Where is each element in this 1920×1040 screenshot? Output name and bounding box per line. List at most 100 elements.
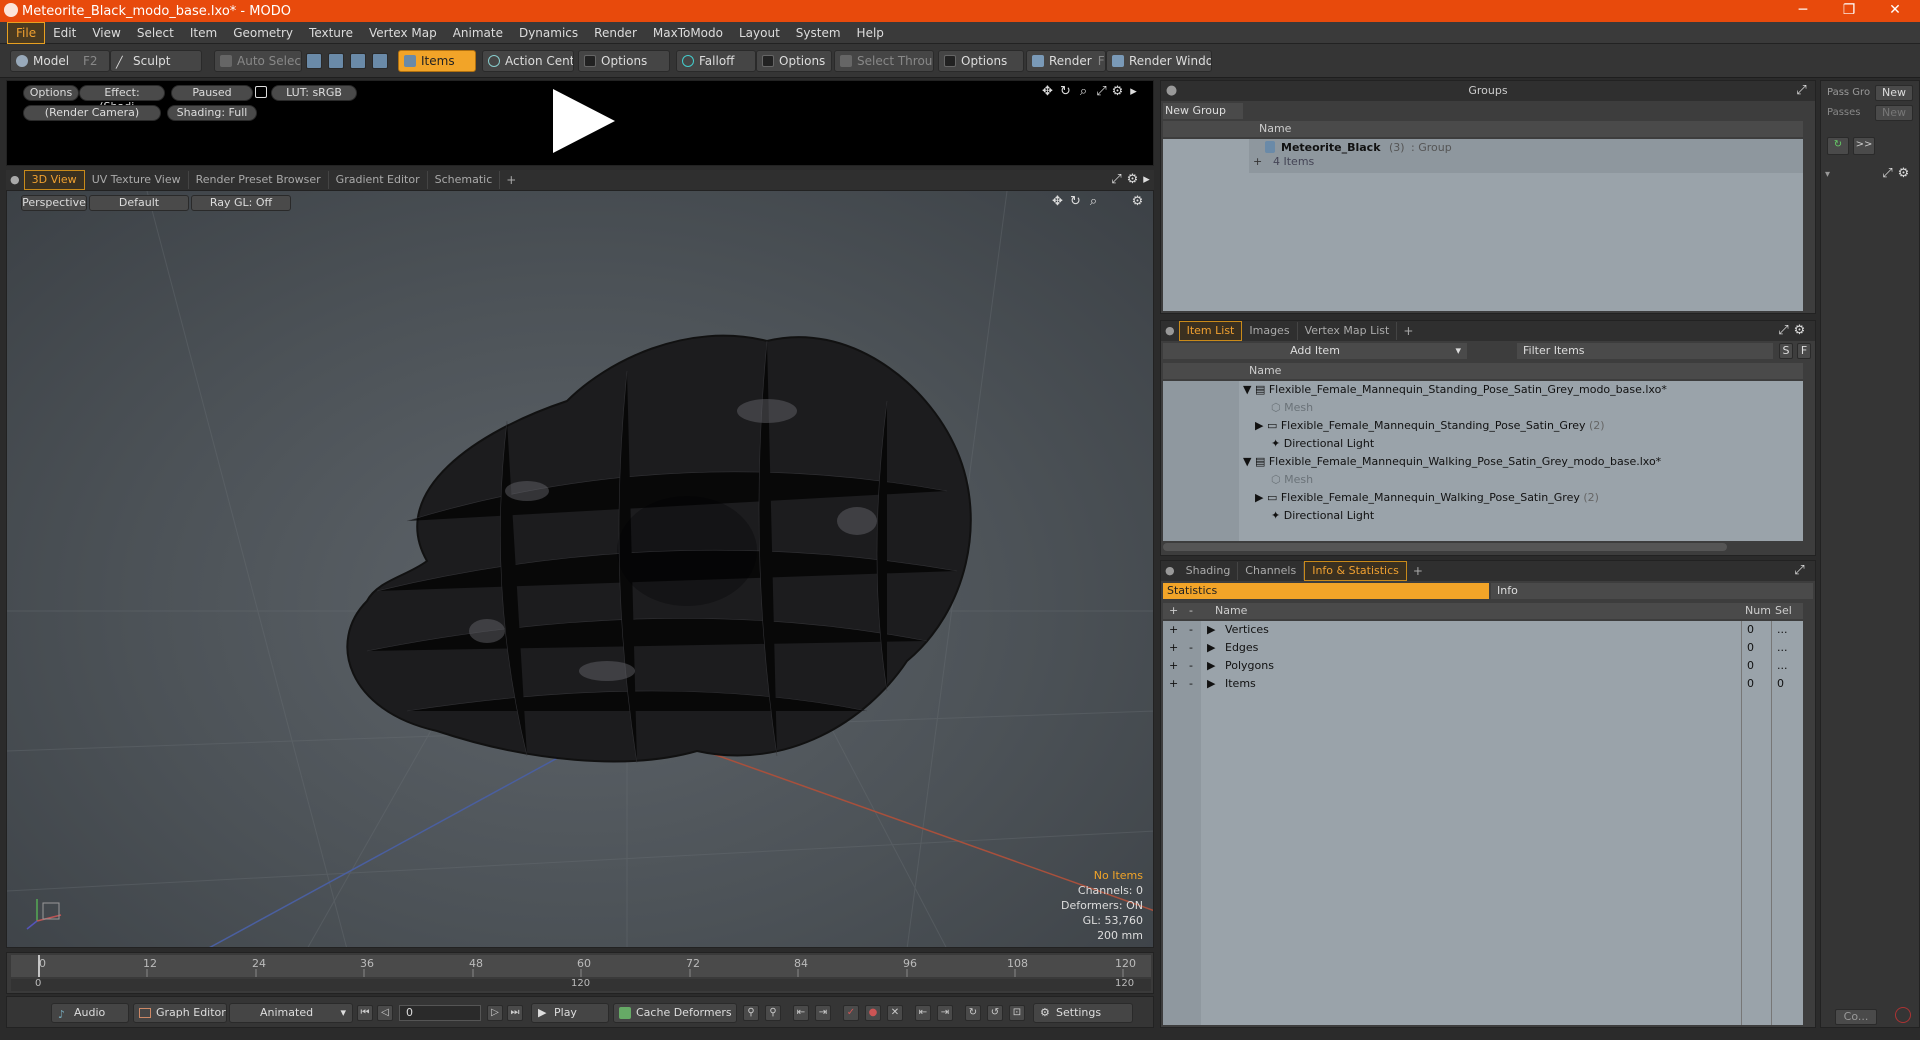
delete-key-icon[interactable]: ✕: [887, 1005, 903, 1021]
maximize-panel-icon[interactable]: ⤢: [1793, 564, 1806, 577]
menu-select[interactable]: Select: [129, 23, 182, 43]
action-center-options-button[interactable]: Options: [578, 50, 670, 72]
menu-maxtomodo[interactable]: MaxToModo: [645, 23, 731, 43]
info-tab[interactable]: Info: [1491, 583, 1813, 599]
render-window-button[interactable]: Render Window: [1106, 50, 1212, 72]
select-options-button[interactable]: Options: [938, 50, 1024, 72]
new-pass-group-button[interactable]: New: [1875, 85, 1913, 101]
perspective-dropdown[interactable]: Perspective: [21, 195, 87, 211]
rotate-icon[interactable]: ↻: [1069, 195, 1082, 208]
preview-options-button[interactable]: Options: [23, 85, 79, 101]
maximize-panel-icon[interactable]: ⤢: [1795, 84, 1808, 97]
materials-mode-icon[interactable]: [372, 53, 388, 69]
action-center-button[interactable]: Action Center: [482, 50, 574, 72]
filter-items-input[interactable]: Filter Items: [1517, 343, 1773, 359]
table-row[interactable]: + - ▶ Polygons 0 ...: [1163, 657, 1803, 675]
model-mode-button[interactable]: Model F2: [10, 50, 110, 72]
preview-paused-button[interactable]: Paused: [171, 85, 253, 101]
sync-icon[interactable]: ↺: [987, 1005, 1003, 1021]
timeline[interactable]: 0 12 24 36 48 60 72 84 96 108 120 0 120 …: [6, 952, 1154, 994]
collapse-button[interactable]: Co...: [1835, 1009, 1877, 1025]
add-item-dropdown[interactable]: Add Item ▾: [1163, 343, 1467, 359]
menu-system[interactable]: System: [788, 23, 849, 43]
play-button[interactable]: ▶ Play: [531, 1003, 609, 1023]
panel-menu-icon[interactable]: ●: [1165, 84, 1178, 97]
add-tab-icon[interactable]: +: [500, 173, 522, 187]
tab-3d-view[interactable]: 3D View: [23, 170, 85, 190]
record-icon[interactable]: [1895, 1007, 1911, 1023]
gear-icon[interactable]: ⚙: [1126, 173, 1139, 186]
rotate-icon[interactable]: ↻: [1059, 85, 1072, 98]
menu-vertex-map[interactable]: Vertex Map: [361, 23, 445, 43]
menu-texture[interactable]: Texture: [301, 23, 361, 43]
lock-icon[interactable]: [255, 86, 267, 98]
table-row[interactable]: + - ▶ Edges 0 ...: [1163, 639, 1803, 657]
menu-render[interactable]: Render: [586, 23, 645, 43]
select-through-button[interactable]: Select Through: [834, 50, 934, 72]
falloff-button[interactable]: Falloff: [676, 50, 756, 72]
table-row[interactable]: + - ▶ Vertices 0 ...: [1163, 621, 1803, 639]
tab-vertex-map-list[interactable]: Vertex Map List: [1298, 322, 1398, 340]
cache-deformers-button[interactable]: Cache Deformers: [613, 1003, 737, 1023]
key-icon[interactable]: ⚲: [743, 1005, 759, 1021]
list-item[interactable]: ▼ ▤ Flexible_Female_Mannequin_Standing_P…: [1243, 381, 1667, 399]
group-row-meteorite[interactable]: Meteorite_Black (3) : Group + 4 Items: [1249, 139, 1803, 173]
falloff-options-button[interactable]: Options: [756, 50, 832, 72]
list-item[interactable]: ✦ Directional Light: [1271, 435, 1374, 453]
new-pass-button[interactable]: New: [1875, 105, 1913, 121]
render-button[interactable]: Render F9: [1026, 50, 1106, 72]
maximize-button[interactable]: ❐: [1826, 0, 1872, 22]
maximize-panel-icon[interactable]: ⤢: [1777, 324, 1790, 337]
tab-info-statistics[interactable]: Info & Statistics: [1304, 561, 1407, 581]
list-item[interactable]: ✦ Directional Light: [1271, 507, 1374, 525]
menu-dynamics[interactable]: Dynamics: [511, 23, 586, 43]
graph-editor-button[interactable]: Graph Editor: [133, 1003, 227, 1023]
maximize-panel-icon[interactable]: ⤢: [1110, 173, 1123, 186]
current-frame-input[interactable]: 0: [399, 1005, 481, 1021]
menu-item[interactable]: Item: [182, 23, 225, 43]
render-camera-dropdown[interactable]: (Render Camera): [23, 105, 161, 121]
groups-list[interactable]: Meteorite_Black (3) : Group + 4 Items: [1163, 139, 1803, 311]
add-tab-icon[interactable]: +: [1397, 324, 1419, 338]
menu-animate[interactable]: Animate: [445, 23, 511, 43]
3d-viewport[interactable]: Perspective Default Ray GL: Off ✥ ↻ ⌕ ⚙ …: [6, 190, 1154, 948]
tab-channels[interactable]: Channels: [1238, 562, 1305, 580]
auto-key-icon[interactable]: ⚲: [765, 1005, 781, 1021]
panel-menu-icon[interactable]: ●: [6, 171, 24, 189]
menu-help[interactable]: Help: [849, 23, 892, 43]
list-item[interactable]: ▶ ▭ Flexible_Female_Mannequin_Walking_Po…: [1255, 489, 1599, 507]
timeline-range-bar[interactable]: 0 120 120: [11, 978, 1151, 991]
set-key-icon[interactable]: ✓: [843, 1005, 859, 1021]
minimize-button[interactable]: ─: [1780, 0, 1826, 22]
tab-schematic[interactable]: Schematic: [428, 171, 501, 189]
edges-mode-icon[interactable]: [328, 53, 344, 69]
move-icon[interactable]: ✥: [1041, 85, 1054, 98]
chevron-down-icon[interactable]: ▾: [1825, 169, 1830, 180]
refresh-icon[interactable]: ↻: [1827, 137, 1849, 155]
record-icon[interactable]: ●: [865, 1005, 881, 1021]
gear-icon[interactable]: ⚙: [1897, 167, 1910, 180]
gear-icon[interactable]: ⚙: [1111, 85, 1124, 98]
list-item[interactable]: ⬡ Mesh: [1271, 471, 1313, 489]
gear-icon[interactable]: ⚙: [1131, 195, 1144, 208]
expand-button[interactable]: >>: [1853, 137, 1875, 155]
play-preview-icon[interactable]: [547, 87, 621, 157]
maximize-view-icon[interactable]: ⤢: [1095, 85, 1108, 98]
tab-gradient-editor[interactable]: Gradient Editor: [329, 171, 428, 189]
list-item[interactable]: ▼ ▤ Flexible_Female_Mannequin_Walking_Po…: [1243, 453, 1661, 471]
move-icon[interactable]: ✥: [1051, 195, 1064, 208]
range-end-icon[interactable]: ⇥: [937, 1005, 953, 1021]
tab-item-list[interactable]: Item List: [1178, 321, 1243, 341]
skip-end-icon[interactable]: ⏭: [507, 1005, 523, 1021]
zoom-icon[interactable]: ⌕: [1087, 195, 1100, 208]
next-key-icon[interactable]: ⇥: [815, 1005, 831, 1021]
collapse-all-icon[interactable]: -: [1189, 603, 1193, 619]
tab-images[interactable]: Images: [1242, 322, 1298, 340]
list-item[interactable]: ▶ ▭ Flexible_Female_Mannequin_Standing_P…: [1255, 417, 1605, 435]
loop-icon[interactable]: ↻: [965, 1005, 981, 1021]
tab-uv-texture-view[interactable]: UV Texture View: [85, 171, 189, 189]
table-row[interactable]: + - ▶ Items 0 0: [1163, 675, 1803, 693]
close-button[interactable]: ✕: [1872, 0, 1918, 22]
maximize-panel-icon[interactable]: ⤢: [1881, 167, 1894, 180]
menu-edit[interactable]: Edit: [45, 23, 84, 43]
